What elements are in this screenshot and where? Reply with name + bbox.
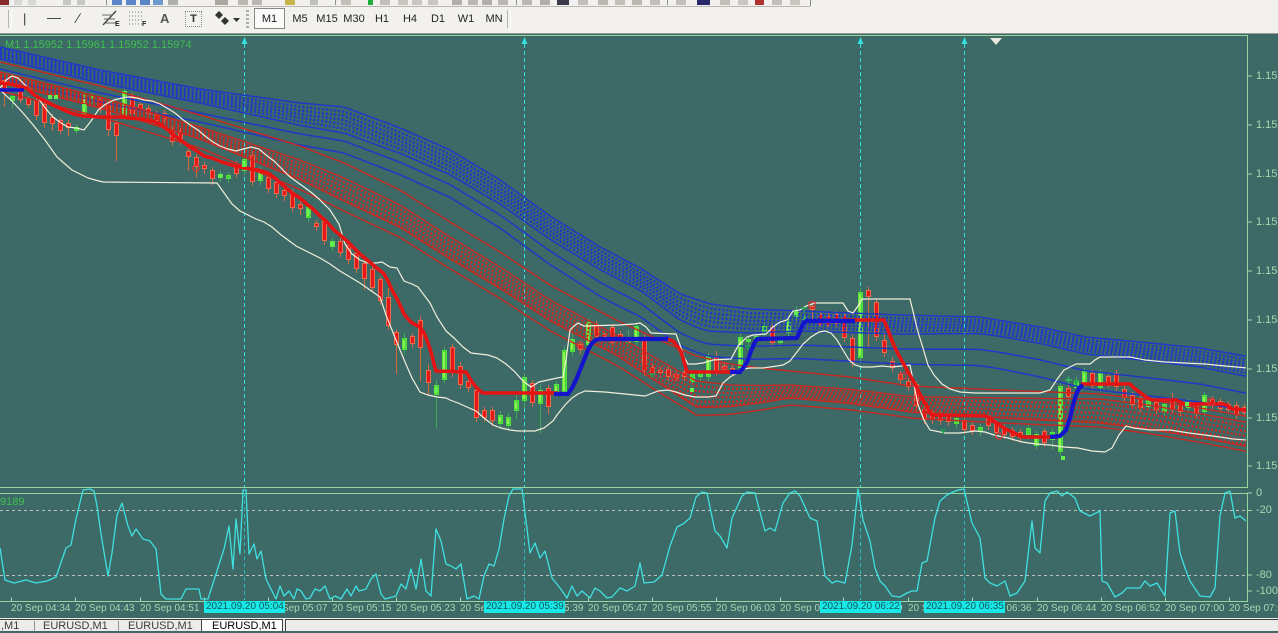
svg-text:,M1 1.15952 1.15961 1.15952 1: ,M1 1.15952 1.15961 1.15952 1.15974	[2, 39, 192, 51]
svg-text:9189: 9189	[0, 496, 24, 508]
svg-text:F: F	[142, 21, 147, 27]
svg-text:E: E	[115, 21, 120, 27]
